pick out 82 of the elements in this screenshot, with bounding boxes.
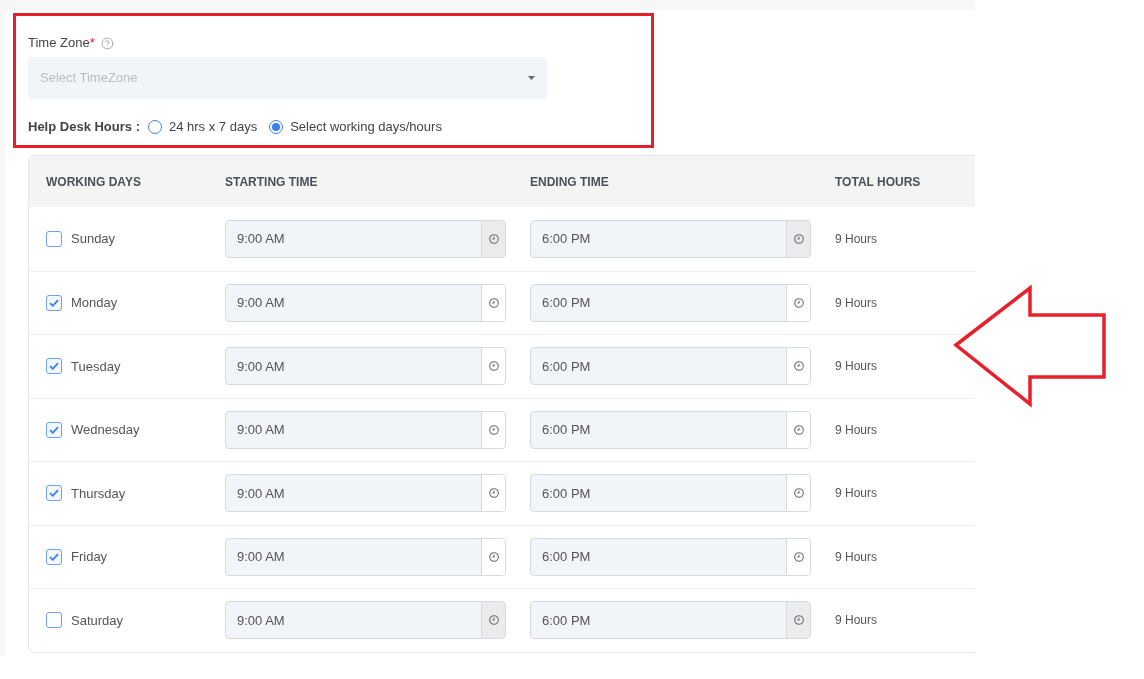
time-picker-button[interactable] — [481, 411, 505, 448]
time-picker-button[interactable] — [481, 475, 505, 512]
field-label: Time Zone — [28, 34, 90, 53]
check-icon — [49, 425, 59, 434]
time-field[interactable]: 6:00 PM — [530, 601, 811, 640]
checkbox[interactable] — [46, 294, 62, 311]
checkbox[interactable] — [46, 421, 62, 438]
checkbox[interactable] — [46, 485, 62, 502]
required-mark: * — [89, 34, 95, 53]
left-arrow-icon — [952, 284, 1108, 408]
clock-icon — [793, 424, 804, 435]
time-picker-button[interactable] — [786, 348, 810, 385]
checkbox[interactable] — [46, 548, 62, 565]
caret-icon — [528, 76, 535, 80]
total-hours: 9 Hours — [835, 421, 878, 439]
day-label: Thursday — [71, 484, 126, 503]
clock-icon — [793, 361, 804, 372]
clock-icon — [793, 488, 804, 499]
time-picker-button[interactable] — [481, 284, 505, 321]
total-hours: 9 Hours — [835, 294, 878, 312]
time-field[interactable]: 9:00 AM — [225, 283, 506, 322]
time-field[interactable]: 6:00 PM — [530, 410, 811, 449]
time-field[interactable]: 9:00 AM — [225, 219, 506, 258]
total-hours: 9 Hours — [835, 612, 878, 630]
radio-button[interactable] — [148, 120, 162, 134]
time-field[interactable]: 9:00 AM — [225, 537, 506, 576]
time-picker-button[interactable] — [481, 602, 505, 639]
clock-icon — [793, 233, 804, 244]
checkbox[interactable] — [46, 612, 62, 629]
time-field[interactable]: 9:00 AM — [225, 474, 506, 513]
time-field[interactable]: 6:00 PM — [530, 219, 811, 258]
day-label: Monday — [71, 294, 118, 312]
clock-icon — [793, 615, 804, 626]
time-picker-button[interactable] — [786, 475, 810, 512]
clock-icon — [488, 297, 499, 308]
check-icon — [49, 362, 59, 371]
check-icon — [49, 489, 59, 498]
column-header: WORKING DAYS — [46, 173, 141, 191]
radio-button[interactable] — [269, 120, 284, 134]
time-field[interactable]: 9:00 AM — [225, 410, 506, 449]
clock-icon — [488, 488, 499, 499]
time-picker-button[interactable] — [786, 538, 810, 575]
time-field[interactable]: 6:00 PM — [530, 283, 811, 322]
time-picker-button[interactable] — [786, 284, 810, 321]
clock-icon — [488, 615, 499, 626]
total-hours: 9 Hours — [835, 485, 878, 503]
clock-icon — [793, 551, 804, 562]
day-label: Saturday — [71, 611, 124, 630]
check-icon — [49, 552, 59, 561]
help-icon[interactable] — [100, 36, 114, 50]
column-header: TOTAL HOURS — [835, 173, 921, 191]
radio-label: Select working days/hours — [290, 118, 442, 137]
field-label: Help Desk Hours : — [28, 118, 140, 137]
time-picker-button[interactable] — [786, 411, 810, 448]
clock-icon — [488, 361, 499, 372]
time-field[interactable]: 6:00 PM — [530, 347, 811, 386]
time-picker-button[interactable] — [786, 220, 810, 257]
day-label: Friday — [71, 548, 108, 566]
total-hours: 9 Hours — [835, 230, 878, 248]
clock-icon — [488, 424, 499, 435]
day-label: Tuesday — [71, 357, 121, 376]
total-hours: 9 Hours — [835, 548, 878, 566]
total-hours: 9 Hours — [835, 358, 878, 376]
radio-label: 24 hrs x 7 days — [169, 118, 258, 137]
column-header: STARTING TIME — [225, 173, 318, 191]
time-picker-button[interactable] — [481, 348, 505, 385]
checkbox[interactable] — [46, 358, 62, 375]
clock-icon — [488, 551, 499, 562]
time-field[interactable]: 6:00 PM — [530, 537, 811, 576]
check-icon — [49, 298, 59, 307]
day-label: Wednesday — [71, 421, 140, 439]
day-label: Sunday — [71, 230, 116, 248]
time-field[interactable]: 9:00 AM — [225, 347, 506, 386]
time-field[interactable]: 6:00 PM — [530, 474, 811, 513]
time-picker-button[interactable] — [481, 538, 505, 575]
checkbox[interactable] — [46, 230, 62, 247]
clock-icon — [793, 297, 804, 308]
time-picker-button[interactable] — [786, 602, 810, 639]
column-header: ENDING TIME — [530, 173, 609, 191]
clock-icon — [488, 233, 499, 244]
time-picker-button[interactable] — [481, 220, 505, 257]
time-field[interactable]: 9:00 AM — [225, 601, 506, 640]
